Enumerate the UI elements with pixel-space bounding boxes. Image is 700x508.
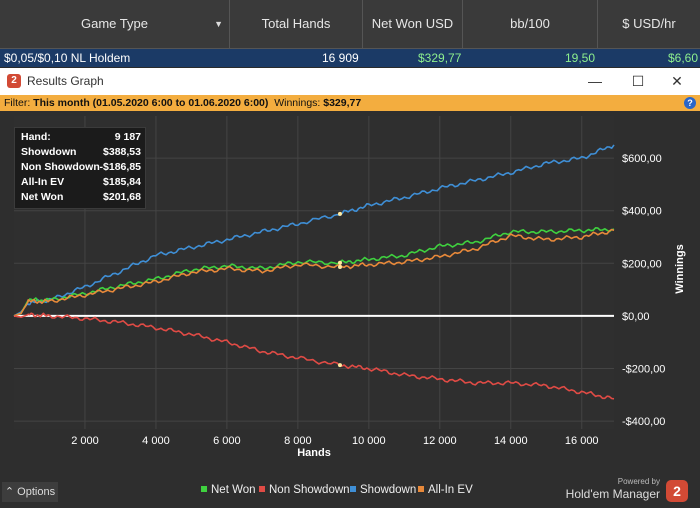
hover-stats-box: Hand: 9 187 Showdown $388,53 Non Showdown -… bbox=[14, 127, 146, 209]
title-bar: 2 Results Graph — ☐ ✕ bbox=[0, 68, 700, 95]
hover-point bbox=[337, 211, 342, 216]
stat-value: 9 187 bbox=[114, 131, 141, 143]
stat-label: Hand: bbox=[21, 131, 51, 143]
winnings-value: $329,77 bbox=[323, 97, 362, 109]
x-tick-labels: 2 000 4 000 6 000 8 000 10 000 12 000 14 000 16… bbox=[71, 435, 598, 447]
stat-allin-ev: All-In EV $185,84 bbox=[21, 176, 141, 191]
y-tick-label: $0,00 bbox=[622, 311, 650, 323]
stat-value: -$186,85 bbox=[99, 161, 141, 173]
brand-name: Hold'em Manager bbox=[565, 487, 660, 501]
powered-by-text: Powered by bbox=[617, 477, 660, 486]
y-axis-label: Winnings bbox=[674, 244, 686, 293]
legend-swatch bbox=[418, 486, 424, 492]
x-tick-label: 2 000 bbox=[71, 435, 99, 447]
x-tick-label: 12 000 bbox=[423, 435, 457, 447]
table-row[interactable]: $0,05/$0,10 NL Holdem 16 909 $329,77 19,… bbox=[0, 49, 700, 67]
column-usd-hr[interactable]: $ USD/hr bbox=[598, 0, 700, 48]
x-tick-label: 14 000 bbox=[494, 435, 528, 447]
chevron-down-icon[interactable]: ▼ bbox=[214, 0, 223, 48]
x-axis-label: Hands bbox=[297, 447, 331, 459]
stat-value: $201,68 bbox=[103, 191, 141, 203]
legend-swatch bbox=[350, 486, 356, 492]
x-tick-label: 16 000 bbox=[565, 435, 599, 447]
stat-non-showdown: Non Showdown -$186,85 bbox=[21, 161, 141, 176]
legend-label: Net Won bbox=[211, 484, 256, 496]
legend-swatch bbox=[201, 486, 207, 492]
legend-label: Showdown bbox=[360, 484, 417, 496]
stat-label: Net Won bbox=[21, 191, 64, 203]
hover-point bbox=[337, 260, 342, 265]
options-button[interactable]: ⌃ Options bbox=[2, 482, 58, 502]
x-tick-label: 4 000 bbox=[142, 435, 170, 447]
brand-logo-icon: 2 bbox=[666, 480, 688, 502]
column-label: bb/100 bbox=[510, 16, 550, 31]
y-tick-label: -$200,00 bbox=[622, 364, 665, 376]
column-net-won[interactable]: Net Won USD bbox=[363, 0, 463, 48]
y-tick-label: $400,00 bbox=[622, 206, 662, 218]
stat-label: All-In EV bbox=[21, 176, 65, 188]
window-title: Results Graph bbox=[27, 74, 104, 88]
bottom-bar: ⌃ Options Net Won Non Showdown Showdown … bbox=[0, 477, 700, 508]
cell-bb100: 19,50 bbox=[565, 51, 596, 65]
stat-value: $388,53 bbox=[103, 146, 141, 158]
x-tick-label: 6 000 bbox=[213, 435, 241, 447]
column-game-type[interactable]: Game Type ▼ bbox=[0, 0, 230, 48]
column-total-hands[interactable]: Total Hands bbox=[230, 0, 363, 48]
column-label: $ USD/hr bbox=[622, 16, 676, 31]
cell-game: $0,05/$0,10 NL Holdem bbox=[4, 51, 131, 65]
column-label: Game Type bbox=[81, 16, 148, 31]
y-tick-label: $600,00 bbox=[622, 153, 662, 165]
y-tick-label: -$400,00 bbox=[622, 416, 665, 428]
x-tick-label: 10 000 bbox=[352, 435, 386, 447]
minimize-button[interactable]: — bbox=[572, 68, 618, 95]
stat-value: $185,84 bbox=[103, 176, 141, 188]
column-bb100[interactable]: bb/100 bbox=[463, 0, 598, 48]
app-logo-icon: 2 bbox=[7, 74, 21, 88]
winnings-label: Winnings: bbox=[274, 97, 324, 109]
help-icon[interactable]: ? bbox=[684, 97, 696, 109]
cell-hands: 16 909 bbox=[322, 51, 359, 65]
column-header: Game Type ▼ Total Hands Net Won USD bb/1… bbox=[0, 0, 700, 49]
legend-label: All-In EV bbox=[428, 484, 473, 496]
stat-label: Showdown bbox=[21, 146, 77, 158]
filter-bar[interactable]: Filter: This month (01.05.2020 6:00 to 0… bbox=[0, 95, 700, 111]
filter-range: This month (01.05.2020 6:00 to 01.06.202… bbox=[33, 97, 269, 109]
hover-point bbox=[337, 264, 342, 269]
stat-label: Non Showdown bbox=[21, 161, 100, 173]
stat-hand: Hand: 9 187 bbox=[21, 131, 141, 146]
column-label: Net Won USD bbox=[371, 16, 454, 31]
filter-text: Filter: This month (01.05.2020 6:00 to 0… bbox=[4, 95, 361, 111]
x-tick-label: 8 000 bbox=[284, 435, 312, 447]
stat-net-won: Net Won $201,68 bbox=[21, 191, 141, 206]
stat-showdown: Showdown $388,53 bbox=[21, 146, 141, 161]
brand-block: Powered by Hold'em Manager 2 bbox=[558, 477, 698, 508]
column-label: Total Hands bbox=[261, 16, 331, 31]
y-tick-labels: -$400,00 -$200,00 $0,00 $200,00 $400,00 $600,… bbox=[622, 153, 665, 428]
legend-non-showdown[interactable]: Non Showdown bbox=[259, 484, 350, 500]
filter-prefix: Filter: bbox=[4, 97, 34, 109]
y-tick-label: $200,00 bbox=[622, 258, 662, 270]
legend-showdown[interactable]: Showdown bbox=[350, 484, 416, 500]
legend-net-won[interactable]: Net Won bbox=[201, 484, 256, 500]
legend-label: Non Showdown bbox=[269, 484, 350, 496]
close-button[interactable]: ✕ bbox=[654, 68, 700, 95]
cell-usd-hr: $6,60 bbox=[668, 51, 699, 65]
legend-swatch bbox=[259, 486, 265, 492]
cell-net-won: $329,77 bbox=[418, 51, 462, 65]
legend-allin-ev[interactable]: All-In EV bbox=[418, 484, 473, 500]
hover-point bbox=[337, 363, 342, 368]
